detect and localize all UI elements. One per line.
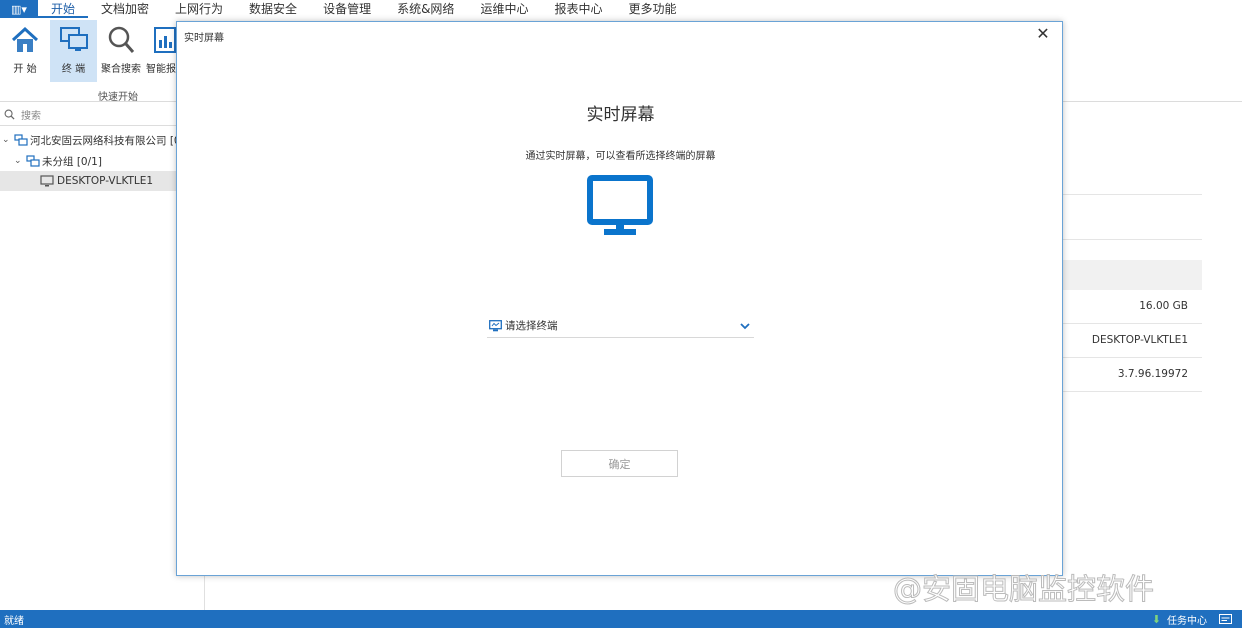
task-center-button[interactable]: 任务中心	[1167, 612, 1207, 627]
computer-name-value: DESKTOP-VLKTLE1	[1091, 334, 1188, 346]
menu-bar: ▥▾ 开始 文档加密 上网行为 数据安全 设备管理 系统&网络 运维中心 报表中…	[0, 0, 1242, 18]
ribbon-start-button[interactable]: 开 始	[4, 20, 46, 82]
report-chart-icon	[154, 27, 176, 53]
menu-system-network[interactable]: 系统&网络	[384, 0, 467, 18]
menu-more-features[interactable]: 更多功能	[615, 0, 689, 18]
tree-node-ungrouped-label: 未分组 [0/1]	[42, 155, 102, 168]
memory-value: 16.00 GB	[1139, 300, 1188, 312]
bg-divider	[1062, 391, 1202, 392]
dialog-title: 实时屏幕	[184, 33, 224, 44]
expand-caret-icon[interactable]: ⌄	[14, 156, 24, 166]
group-icon	[26, 155, 40, 167]
app-menu-icon: ▥▾	[11, 2, 27, 16]
menu-device-management[interactable]: 设备管理	[310, 0, 384, 18]
confirm-button[interactable]: 确定	[561, 450, 678, 477]
ribbon-aggregate-search-label: 聚合搜索	[101, 64, 141, 75]
terminal-select[interactable]: 请选择终端	[487, 314, 754, 338]
tree-node-device[interactable]: DESKTOP-VLKTLE1	[0, 171, 176, 191]
tree-node-ungrouped[interactable]: ⌄ 未分组 [0/1]	[14, 151, 102, 171]
download-arrow-icon: ⬇	[1151, 612, 1161, 626]
tree-search-placeholder: 搜索	[21, 111, 41, 122]
terminal-select-placeholder: 请选择终端	[505, 320, 558, 332]
menu-start[interactable]: 开始	[38, 0, 89, 18]
dialog-description: 通过实时屏幕，可以查看所选择终端的屏幕	[525, 151, 716, 162]
search-small-icon	[4, 109, 15, 120]
dialog-heading: 实时屏幕	[586, 105, 655, 125]
ribbon-start-label: 开 始	[13, 64, 37, 75]
realtime-screen-dialog: 实时屏幕 ✕ 实时屏幕 通过实时屏幕，可以查看所选择终端的屏幕 请选择终端 确定	[176, 21, 1063, 576]
close-icon[interactable]: ✕	[1034, 25, 1052, 43]
terminal-monitors-icon	[59, 27, 88, 51]
ribbon-group-label: 快速开始	[98, 92, 138, 103]
expand-caret-icon[interactable]: ⌄	[2, 135, 12, 145]
ribbon-smart-report-button[interactable]: 智能报	[146, 20, 176, 82]
monitor-icon	[587, 175, 653, 235]
search-icon	[108, 26, 135, 53]
bg-divider	[1062, 357, 1202, 358]
menu-web-behavior[interactable]: 上网行为	[162, 0, 236, 18]
watermark-text: @安固电脑监控软件	[892, 572, 1155, 607]
computer-icon	[40, 175, 54, 187]
ribbon-terminal-button[interactable]: 终 端	[50, 20, 97, 82]
version-value: 3.7.96.19972	[1117, 368, 1188, 380]
bg-divider	[1062, 194, 1202, 195]
menu-data-security[interactable]: 数据安全	[236, 0, 310, 18]
bg-divider	[1062, 323, 1202, 324]
tree-node-company-label: 河北安固云网络科技有限公司 [0/1]	[30, 134, 195, 147]
status-text: 就绪	[4, 615, 24, 627]
menu-doc-encryption[interactable]: 文档加密	[88, 0, 162, 18]
bg-divider	[1062, 239, 1202, 240]
network-group-icon	[14, 134, 28, 146]
home-icon	[11, 26, 39, 52]
ribbon-aggregate-search-button[interactable]: 聚合搜索	[99, 20, 143, 82]
menu-report-center[interactable]: 报表中心	[541, 0, 615, 18]
ribbon-terminal-label: 终 端	[61, 64, 86, 75]
tree-node-company[interactable]: ⌄ 河北安固云网络科技有限公司 [0/1]	[2, 130, 195, 150]
terminal-select-icon	[489, 319, 502, 331]
status-bar: 就绪 ⬇ 任务中心	[0, 610, 1242, 628]
bg-header-row	[1060, 260, 1202, 290]
tree-node-device-label: DESKTOP-VLKTLE1	[57, 175, 154, 187]
menu-ops-center[interactable]: 运维中心	[467, 0, 541, 18]
chevron-down-icon[interactable]	[738, 319, 752, 333]
app-window: ▥▾ 开始 文档加密 上网行为 数据安全 设备管理 系统&网络 运维中心 报表中…	[0, 0, 1242, 628]
message-icon[interactable]	[1219, 614, 1232, 624]
app-menu-button[interactable]: ▥▾	[0, 0, 38, 18]
ribbon-smart-report-label: 智能报	[146, 64, 176, 75]
tree-search[interactable]: 搜索	[0, 104, 204, 126]
status-right-area: ⬇ 任务中心	[1152, 610, 1232, 628]
